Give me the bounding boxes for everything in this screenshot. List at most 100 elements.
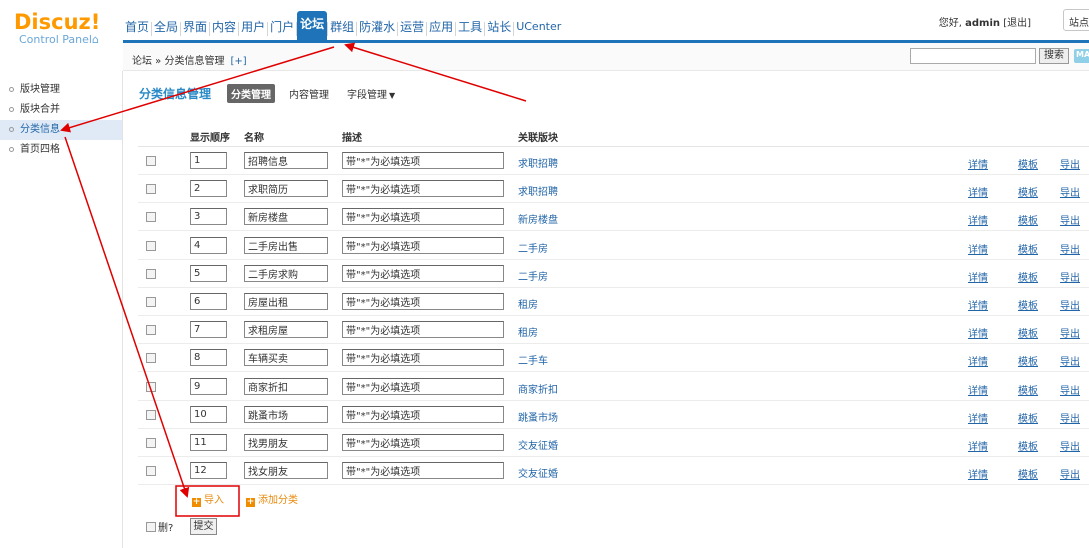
template-link[interactable]: 模板 (1018, 466, 1038, 481)
template-link[interactable]: 模板 (1018, 212, 1038, 227)
desc-input[interactable] (342, 377, 504, 395)
order-input[interactable] (190, 264, 227, 282)
export-link[interactable]: 导出 (1060, 156, 1080, 171)
related-forum-link[interactable]: 求职招聘 (518, 183, 558, 198)
order-input[interactable] (190, 434, 227, 451)
name-input[interactable] (244, 377, 328, 395)
nav-item-group[interactable]: 群组 (328, 14, 356, 40)
name-input[interactable] (244, 208, 328, 226)
add-category-link[interactable]: + 添加分类 (246, 491, 298, 507)
desc-input[interactable] (342, 321, 504, 339)
submit-button[interactable]: 提交 (190, 518, 217, 535)
order-input[interactable] (190, 377, 227, 395)
detail-link[interactable]: 详情 (968, 382, 988, 397)
related-forum-link[interactable]: 交友征婚 (518, 437, 558, 452)
desc-input[interactable] (342, 236, 504, 254)
related-forum-link[interactable]: 二手房 (518, 268, 548, 283)
nav-item-plugin[interactable]: 应用 (427, 14, 455, 40)
import-link[interactable]: + 导入 (192, 491, 224, 507)
row-checkbox[interactable] (146, 438, 156, 448)
desc-input[interactable] (342, 349, 504, 367)
detail-link[interactable]: 详情 (968, 466, 988, 481)
row-checkbox[interactable] (146, 409, 156, 420)
export-link[interactable]: 导出 (1060, 438, 1080, 453)
add-shortcut-link[interactable]: [+] (230, 56, 246, 67)
detail-link[interactable]: 详情 (968, 325, 988, 340)
row-checkbox[interactable] (146, 268, 156, 279)
row-checkbox[interactable] (146, 240, 156, 251)
detail-link[interactable]: 详情 (968, 241, 988, 256)
export-link[interactable]: 导出 (1060, 353, 1080, 368)
export-link[interactable]: 导出 (1060, 297, 1080, 312)
logout-link[interactable]: [退出] (1003, 18, 1031, 29)
related-forum-link[interactable]: 交友征婚 (518, 465, 558, 480)
sidebar-item-category-info[interactable]: 分类信息 (0, 120, 122, 140)
row-checkbox[interactable] (146, 325, 156, 336)
row-checkbox[interactable] (146, 297, 156, 307)
detail-link[interactable]: 详情 (968, 438, 988, 453)
nav-item-extended[interactable]: 运营 (398, 14, 426, 40)
sidebar-item-forum-manage[interactable]: 版块管理 (0, 80, 122, 100)
template-link[interactable]: 模板 (1018, 438, 1038, 453)
nav-item-safe[interactable]: 防灌水 (357, 14, 397, 40)
name-input[interactable] (244, 264, 328, 282)
nav-item-style[interactable]: 界面 (181, 14, 209, 40)
sidebar-item-home-grid[interactable]: 首页四格 (0, 140, 122, 160)
template-link[interactable]: 模板 (1018, 325, 1038, 340)
template-link[interactable]: 模板 (1018, 382, 1038, 397)
order-input[interactable] (190, 180, 227, 198)
related-forum-link[interactable]: 二手房 (518, 240, 548, 255)
search-input[interactable] (910, 48, 1036, 64)
desc-input[interactable] (342, 405, 504, 423)
row-checkbox[interactable] (146, 466, 156, 477)
desc-input[interactable] (342, 264, 504, 282)
tab-field-manage[interactable]: 字段管理 ▼ (343, 84, 399, 103)
order-input[interactable] (190, 152, 227, 169)
related-forum-link[interactable]: 求职招聘 (518, 155, 558, 170)
nav-item-content[interactable]: 内容 (210, 14, 238, 40)
related-forum-link[interactable]: 跳蚤市场 (518, 409, 558, 424)
nav-item-forum[interactable]: 论坛 (297, 11, 328, 40)
desc-input[interactable] (342, 152, 504, 169)
nav-item-portal[interactable]: 门户 (268, 14, 296, 40)
detail-link[interactable]: 详情 (968, 212, 988, 227)
order-input[interactable] (190, 293, 227, 310)
tab-content-manage[interactable]: 内容管理 (285, 84, 333, 103)
template-link[interactable]: 模板 (1018, 353, 1038, 368)
related-forum-link[interactable]: 二手车 (518, 352, 548, 367)
row-checkbox[interactable] (146, 212, 156, 223)
export-link[interactable]: 导出 (1060, 382, 1080, 397)
template-link[interactable]: 模板 (1018, 156, 1038, 171)
row-checkbox[interactable] (146, 353, 156, 364)
desc-input[interactable] (342, 293, 504, 310)
logo[interactable]: Discuz! Control Panel⌂ (14, 10, 124, 50)
sidebar-item-forum-merge[interactable]: 版块合并 (0, 100, 122, 120)
desc-input[interactable] (342, 462, 504, 480)
row-checkbox[interactable] (146, 184, 156, 195)
nav-item-ucenter[interactable]: UCenter (514, 14, 563, 40)
name-input[interactable] (244, 405, 328, 423)
order-input[interactable] (190, 349, 227, 367)
delete-checkbox[interactable] (146, 521, 156, 532)
row-checkbox[interactable] (146, 381, 156, 392)
detail-link[interactable]: 详情 (968, 269, 988, 284)
export-link[interactable]: 导出 (1060, 410, 1080, 425)
nav-item-founder[interactable]: 站长 (485, 14, 513, 40)
export-link[interactable]: 导出 (1060, 325, 1080, 340)
desc-input[interactable] (342, 434, 504, 451)
search-button[interactable]: 搜索 (1039, 48, 1069, 64)
order-input[interactable] (190, 462, 227, 480)
tab-category-manage[interactable]: 分类管理 (227, 84, 276, 103)
name-input[interactable] (244, 152, 328, 169)
site-home-button[interactable]: 站点首页 (1063, 9, 1089, 31)
detail-link[interactable]: 详情 (968, 297, 988, 312)
name-input[interactable] (244, 180, 328, 198)
nav-item-home[interactable]: 首页 (123, 14, 151, 40)
export-link[interactable]: 导出 (1060, 212, 1080, 227)
template-link[interactable]: 模板 (1018, 184, 1038, 199)
export-link[interactable]: 导出 (1060, 184, 1080, 199)
row-checkbox[interactable] (146, 156, 156, 166)
export-link[interactable]: 导出 (1060, 466, 1080, 481)
order-input[interactable] (190, 321, 227, 339)
export-link[interactable]: 导出 (1060, 241, 1080, 256)
